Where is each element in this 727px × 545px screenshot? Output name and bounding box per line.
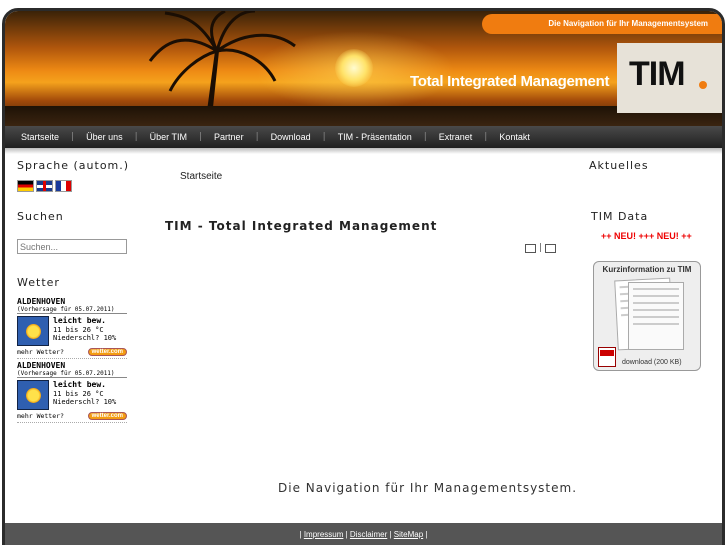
footer-link-disclaimer[interactable]: Disclaimer <box>350 530 387 539</box>
weather-condition: leicht bew. <box>53 316 106 325</box>
footer: | Impressum | Disclaimer | SiteMap | <box>5 523 722 545</box>
nav-item-kontakt[interactable]: Kontakt <box>491 132 538 142</box>
weather-widget: ALDENHOVEN (Vorhersage für 05.07.2011) l… <box>17 297 127 423</box>
weather-city: ALDENHOVEN <box>17 361 66 370</box>
search-input[interactable] <box>17 239 127 254</box>
flyer-thumbnail <box>628 282 684 350</box>
nav-shadow <box>5 148 722 154</box>
german-flag-icon[interactable] <box>17 180 34 192</box>
tools-separator: | <box>539 243 543 253</box>
nav-item-startseite[interactable]: Startseite <box>13 132 67 142</box>
flyer-download-label: download (200 KB) <box>622 359 682 366</box>
weather-more-link[interactable]: mehr Wetter? <box>17 348 64 356</box>
article-tools: | <box>525 243 557 253</box>
nav-separator: | <box>484 132 488 142</box>
pdf-icon <box>598 347 616 367</box>
sun-weather-icon <box>17 316 49 346</box>
weather-precipitation: Niederschl? 10% <box>53 398 117 406</box>
weather-temperature: 11 bis 26 °C <box>53 326 104 334</box>
logo-dot <box>699 81 707 89</box>
nav-separator: | <box>71 132 75 142</box>
nav-separator: | <box>134 132 138 142</box>
main-content: Startseite TIM - Total Integrated Manage… <box>165 171 565 253</box>
flyer-title: Kurzinformation zu TIM <box>602 265 692 274</box>
search-title: Suchen <box>17 210 64 223</box>
weather-precipitation: Niederschl? 10% <box>53 334 117 342</box>
print-icon[interactable] <box>525 243 536 253</box>
flyer-download[interactable]: Kurzinformation zu TIM download (200 KB) <box>593 261 701 371</box>
page-title: TIM - Total Integrated Management <box>165 219 438 233</box>
email-icon[interactable] <box>545 243 557 253</box>
nav-item-ueber-tim[interactable]: Über TIM <box>142 132 195 142</box>
weather-title: Wetter <box>17 276 60 289</box>
header-tagline: Die Navigation für Ihr Managementsystem <box>482 14 722 34</box>
nav-item-partner[interactable]: Partner <box>206 132 252 142</box>
weather-forecast: ALDENHOVEN (Vorhersage für 05.07.2011) l… <box>17 297 127 359</box>
english-flag-icon[interactable] <box>36 180 53 192</box>
wetter-com-button[interactable]: wetter.com <box>87 412 127 420</box>
nav-item-ueber-uns[interactable]: Über uns <box>78 132 131 142</box>
weather-temperature: 11 bis 26 °C <box>53 390 104 398</box>
slogan-text: Die Navigation für Ihr Managementsystem. <box>278 481 578 495</box>
footer-link-impressum[interactable]: Impressum <box>304 530 344 539</box>
nav-item-extranet[interactable]: Extranet <box>431 132 481 142</box>
page-frame: Die Navigation für Ihr Managementsystem … <box>2 8 725 545</box>
nav-separator: | <box>423 132 427 142</box>
wetter-com-button[interactable]: wetter.com <box>87 348 127 356</box>
nav-item-download[interactable]: Download <box>263 132 319 142</box>
tim-data-title: TIM Data <box>591 210 649 223</box>
news-title: Aktuelles <box>589 159 649 172</box>
ground-silhouette <box>5 106 722 126</box>
footer-link-sitemap[interactable]: SiteMap <box>394 530 423 539</box>
weather-date: (Vorhersage für 05.07.2011) <box>17 370 127 378</box>
tim-logo[interactable]: TIM <box>629 55 686 94</box>
weather-forecast: ALDENHOVEN (Vorhersage für 05.07.2011) l… <box>17 361 127 423</box>
left-sidebar: Sprache (autom.) Suchen Wetter ALDENHOVE… <box>17 159 137 425</box>
nav-separator: | <box>199 132 203 142</box>
site-title: Total Integrated Management <box>410 73 610 90</box>
weather-city: ALDENHOVEN <box>17 297 66 306</box>
breadcrumb[interactable]: Startseite <box>180 171 565 182</box>
weather-condition: leicht bew. <box>53 380 106 389</box>
weather-more-link[interactable]: mehr Wetter? <box>17 412 64 420</box>
nav-separator: | <box>322 132 326 142</box>
sun-weather-icon <box>17 380 49 410</box>
nav-separator: | <box>255 132 259 142</box>
weather-date: (Vorhersage für 05.07.2011) <box>17 306 127 314</box>
new-announcement[interactable]: ++ NEU! +++ NEU! ++ <box>601 231 719 241</box>
nav-item-praesentation[interactable]: TIM - Präsentation <box>330 132 420 142</box>
language-flags <box>17 180 137 192</box>
right-sidebar: Aktuelles TIM Data ++ NEU! +++ NEU! ++ K… <box>589 159 719 371</box>
french-flag-icon[interactable] <box>55 180 72 192</box>
main-nav: Startseite | Über uns | Über TIM | Partn… <box>5 126 722 148</box>
language-title: Sprache (autom.) <box>17 159 130 172</box>
